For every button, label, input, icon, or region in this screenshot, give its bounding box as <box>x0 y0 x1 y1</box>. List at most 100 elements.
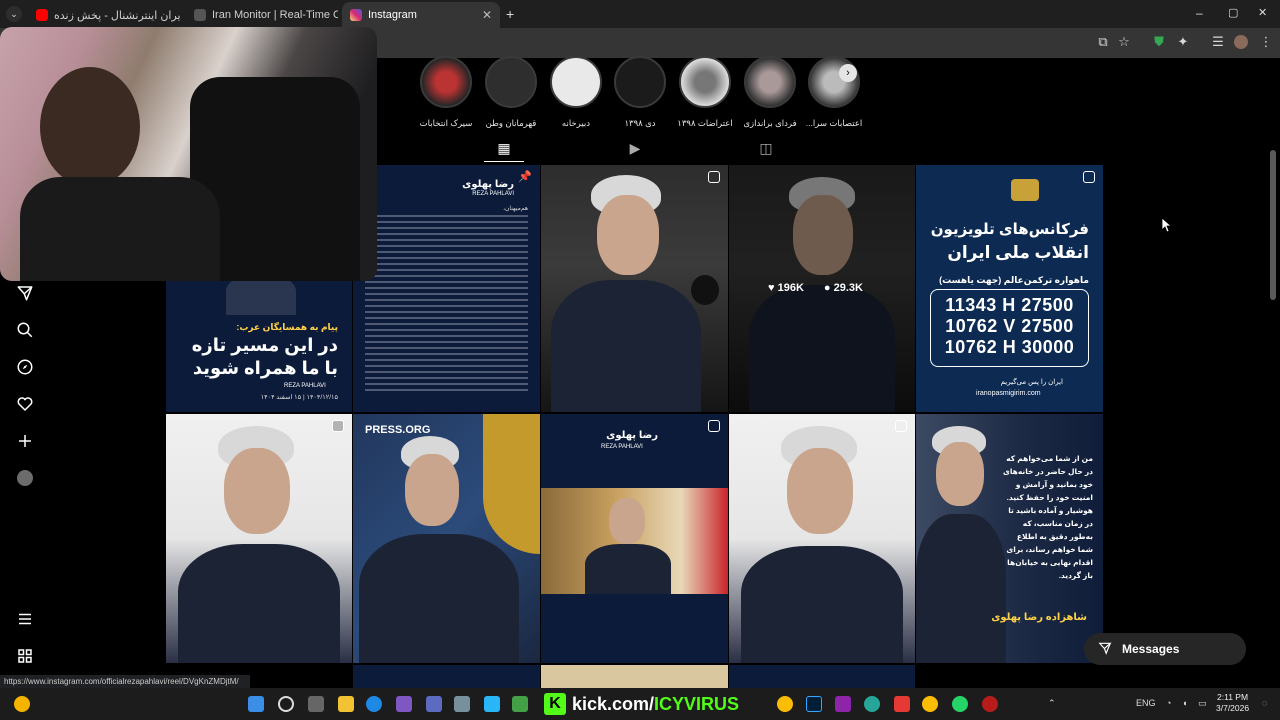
post-headline-line2: با ما همراه شوید <box>192 358 338 378</box>
profile-avatar[interactable] <box>1234 35 1248 49</box>
post-partial[interactable] <box>729 665 915 688</box>
quote-signature: شاهزاده رضا پهلوی <box>991 612 1087 623</box>
post-quote-portrait[interactable]: من از شما می‌خواهم که در حال حاضر در خان… <box>916 414 1103 663</box>
install-app-icon[interactable]: ⧉ <box>1095 34 1111 50</box>
highlights-next-chevron-icon[interactable]: › <box>839 64 857 82</box>
post-portrait-studio[interactable] <box>729 414 915 663</box>
task-view-icon[interactable] <box>308 696 324 712</box>
file-explorer-icon[interactable] <box>338 696 354 712</box>
post-brand-en: REZA PAHLAVI <box>601 444 643 450</box>
new-tab-button[interactable]: + <box>506 6 514 22</box>
bookmark-star-icon[interactable]: ☆ <box>1116 34 1132 50</box>
tv-footer-url: iranopasmigirim.com <box>976 390 1041 397</box>
reel-icon <box>708 171 720 183</box>
browser-menu-icon[interactable]: ⋮ <box>1258 34 1274 50</box>
tagged-icon[interactable]: ◫ <box>757 139 775 157</box>
close-window-button[interactable]: ✕ <box>1258 6 1267 19</box>
wifi-icon[interactable]: ◔ <box>1166 698 1171 708</box>
app-icon[interactable] <box>835 696 851 712</box>
highlight-cover <box>550 56 602 108</box>
app-icon[interactable] <box>484 696 500 712</box>
post-pinned-letter[interactable]: 📌 رضا پهلوی REZA PAHLAVI هم‌میهنان، <box>353 165 540 412</box>
reading-list-icon[interactable]: ☰ <box>1210 34 1226 50</box>
posts-grid-icon[interactable]: ▦ <box>495 139 513 157</box>
app-icon[interactable] <box>512 696 528 712</box>
extensions-puzzle-icon[interactable]: ✦ <box>1175 34 1191 50</box>
comments-stat: ● 29.3K <box>823 282 863 294</box>
clock-time: 2:11 PM <box>1217 692 1249 702</box>
highlight-item[interactable]: سیرک انتخابات <box>418 56 474 129</box>
search-icon[interactable] <box>14 319 36 341</box>
search-icon[interactable] <box>278 696 294 712</box>
edge-icon[interactable] <box>366 696 382 712</box>
create-plus-icon[interactable] <box>14 430 36 452</box>
highlight-item[interactable]: دی ۱۳۹۸ <box>612 56 668 129</box>
highlight-item[interactable]: دبیرخانه <box>548 56 604 129</box>
app-icon[interactable] <box>894 696 910 712</box>
youtube-icon <box>36 9 48 21</box>
comment-bubble-icon: ● <box>823 282 831 294</box>
messages-paperplane-icon[interactable] <box>14 282 36 304</box>
highlight-cover <box>808 56 860 108</box>
quote-text: من از شما می‌خواهم که در حال حاضر در خان… <box>1002 454 1093 580</box>
app-icon[interactable] <box>864 696 880 712</box>
tab-search-icon[interactable]: ⌄ <box>6 6 22 22</box>
app-icon[interactable] <box>426 696 442 712</box>
post-portrait-white[interactable] <box>166 414 352 663</box>
post-press-club[interactable]: PRESS.ORG <box>353 414 540 663</box>
windows-start-icon[interactable] <box>248 696 264 712</box>
press-seal <box>483 414 540 554</box>
notification-bell-icon[interactable]: ◌ <box>1262 698 1267 708</box>
highlight-label: فردای براندازی <box>743 118 797 128</box>
highlight-item[interactable]: اعتراضات ۱۳۹۸ <box>677 56 733 129</box>
site-icon <box>194 9 206 21</box>
tab-iran-international[interactable]: ایران اینترنشنال - پخش زنده - ...be ✕ <box>28 2 180 28</box>
app-icon[interactable] <box>396 696 412 712</box>
notifications-heart-icon[interactable] <box>14 393 36 415</box>
kick-channel-url: kick.com/ICYVIRUS <box>572 693 740 714</box>
highlight-cover <box>614 56 666 108</box>
browser-tab-bar: ⌄ ایران اینترنشنال - پخش زنده - ...be ✕ … <box>0 0 1280 28</box>
weather-icon[interactable] <box>14 696 30 712</box>
chrome-icon[interactable] <box>777 696 793 712</box>
app-icon[interactable] <box>454 696 470 712</box>
profile-avatar-icon[interactable] <box>14 467 36 489</box>
tray-overflow-icon[interactable]: ⌃ <box>1048 698 1056 709</box>
reels-icon[interactable]: ▶ <box>626 139 644 157</box>
tab-instagram[interactable]: Instagram ✕ <box>342 2 500 28</box>
maximize-button[interactable]: ▢ <box>1228 6 1238 19</box>
messages-button[interactable]: Messages <box>1084 633 1246 665</box>
whatsapp-icon[interactable] <box>952 696 968 712</box>
highlight-label: سیرک انتخابات <box>419 118 473 128</box>
page-scrollbar[interactable] <box>1270 150 1276 300</box>
clock[interactable]: 2:11 PM 3/7/2026 <box>1216 692 1249 714</box>
highlight-item[interactable]: قهرمانان وطن <box>483 56 539 129</box>
chrome-active-icon[interactable] <box>922 696 938 712</box>
also-from-meta-icon[interactable] <box>14 645 36 667</box>
extension-shield-icon[interactable]: ⛊ <box>1151 34 1167 50</box>
photoshop-icon[interactable] <box>806 696 822 712</box>
explore-compass-icon[interactable] <box>14 356 36 378</box>
post-brand-en: REZA PAHLAVI <box>472 191 514 197</box>
post-partial[interactable] <box>353 665 540 688</box>
kick-logo-icon: K <box>544 693 566 715</box>
more-menu-icon[interactable] <box>14 608 36 630</box>
link-status-bar: https://www.instagram.com/officialrezapa… <box>0 675 250 689</box>
tv-title-line1: فرکانس‌های تلویزیون <box>930 221 1089 238</box>
minimize-button[interactable]: – <box>1196 6 1203 20</box>
battery-icon[interactable]: ▭ <box>1198 698 1207 709</box>
app-icon[interactable] <box>982 696 998 712</box>
post-partial[interactable] <box>541 665 728 688</box>
language-indicator[interactable]: ENG <box>1136 698 1156 708</box>
messages-label: Messages <box>1122 642 1180 656</box>
tab-iran-monitor[interactable]: Iran Monitor | Real-Time OSINT ✕ <box>186 2 338 28</box>
tab-close-icon[interactable]: ✕ <box>482 8 492 22</box>
post-video-address[interactable]: رضا پهلوی REZA PAHLAVI <box>541 414 728 663</box>
highlight-item[interactable]: فردای براندازی <box>742 56 798 129</box>
tv-footer-fa: ایران را پس می‌گیریم <box>1000 379 1063 386</box>
volume-icon[interactable]: ◖ <box>1182 698 1187 708</box>
post-portrait-podium[interactable] <box>541 165 728 412</box>
post-body-text-lines <box>365 215 528 395</box>
post-tv-frequencies[interactable]: فرکانس‌های تلویزیون انقلاب ملی ایران ماه… <box>916 165 1103 412</box>
highlight-label: دی ۱۳۹۸ <box>624 118 656 128</box>
